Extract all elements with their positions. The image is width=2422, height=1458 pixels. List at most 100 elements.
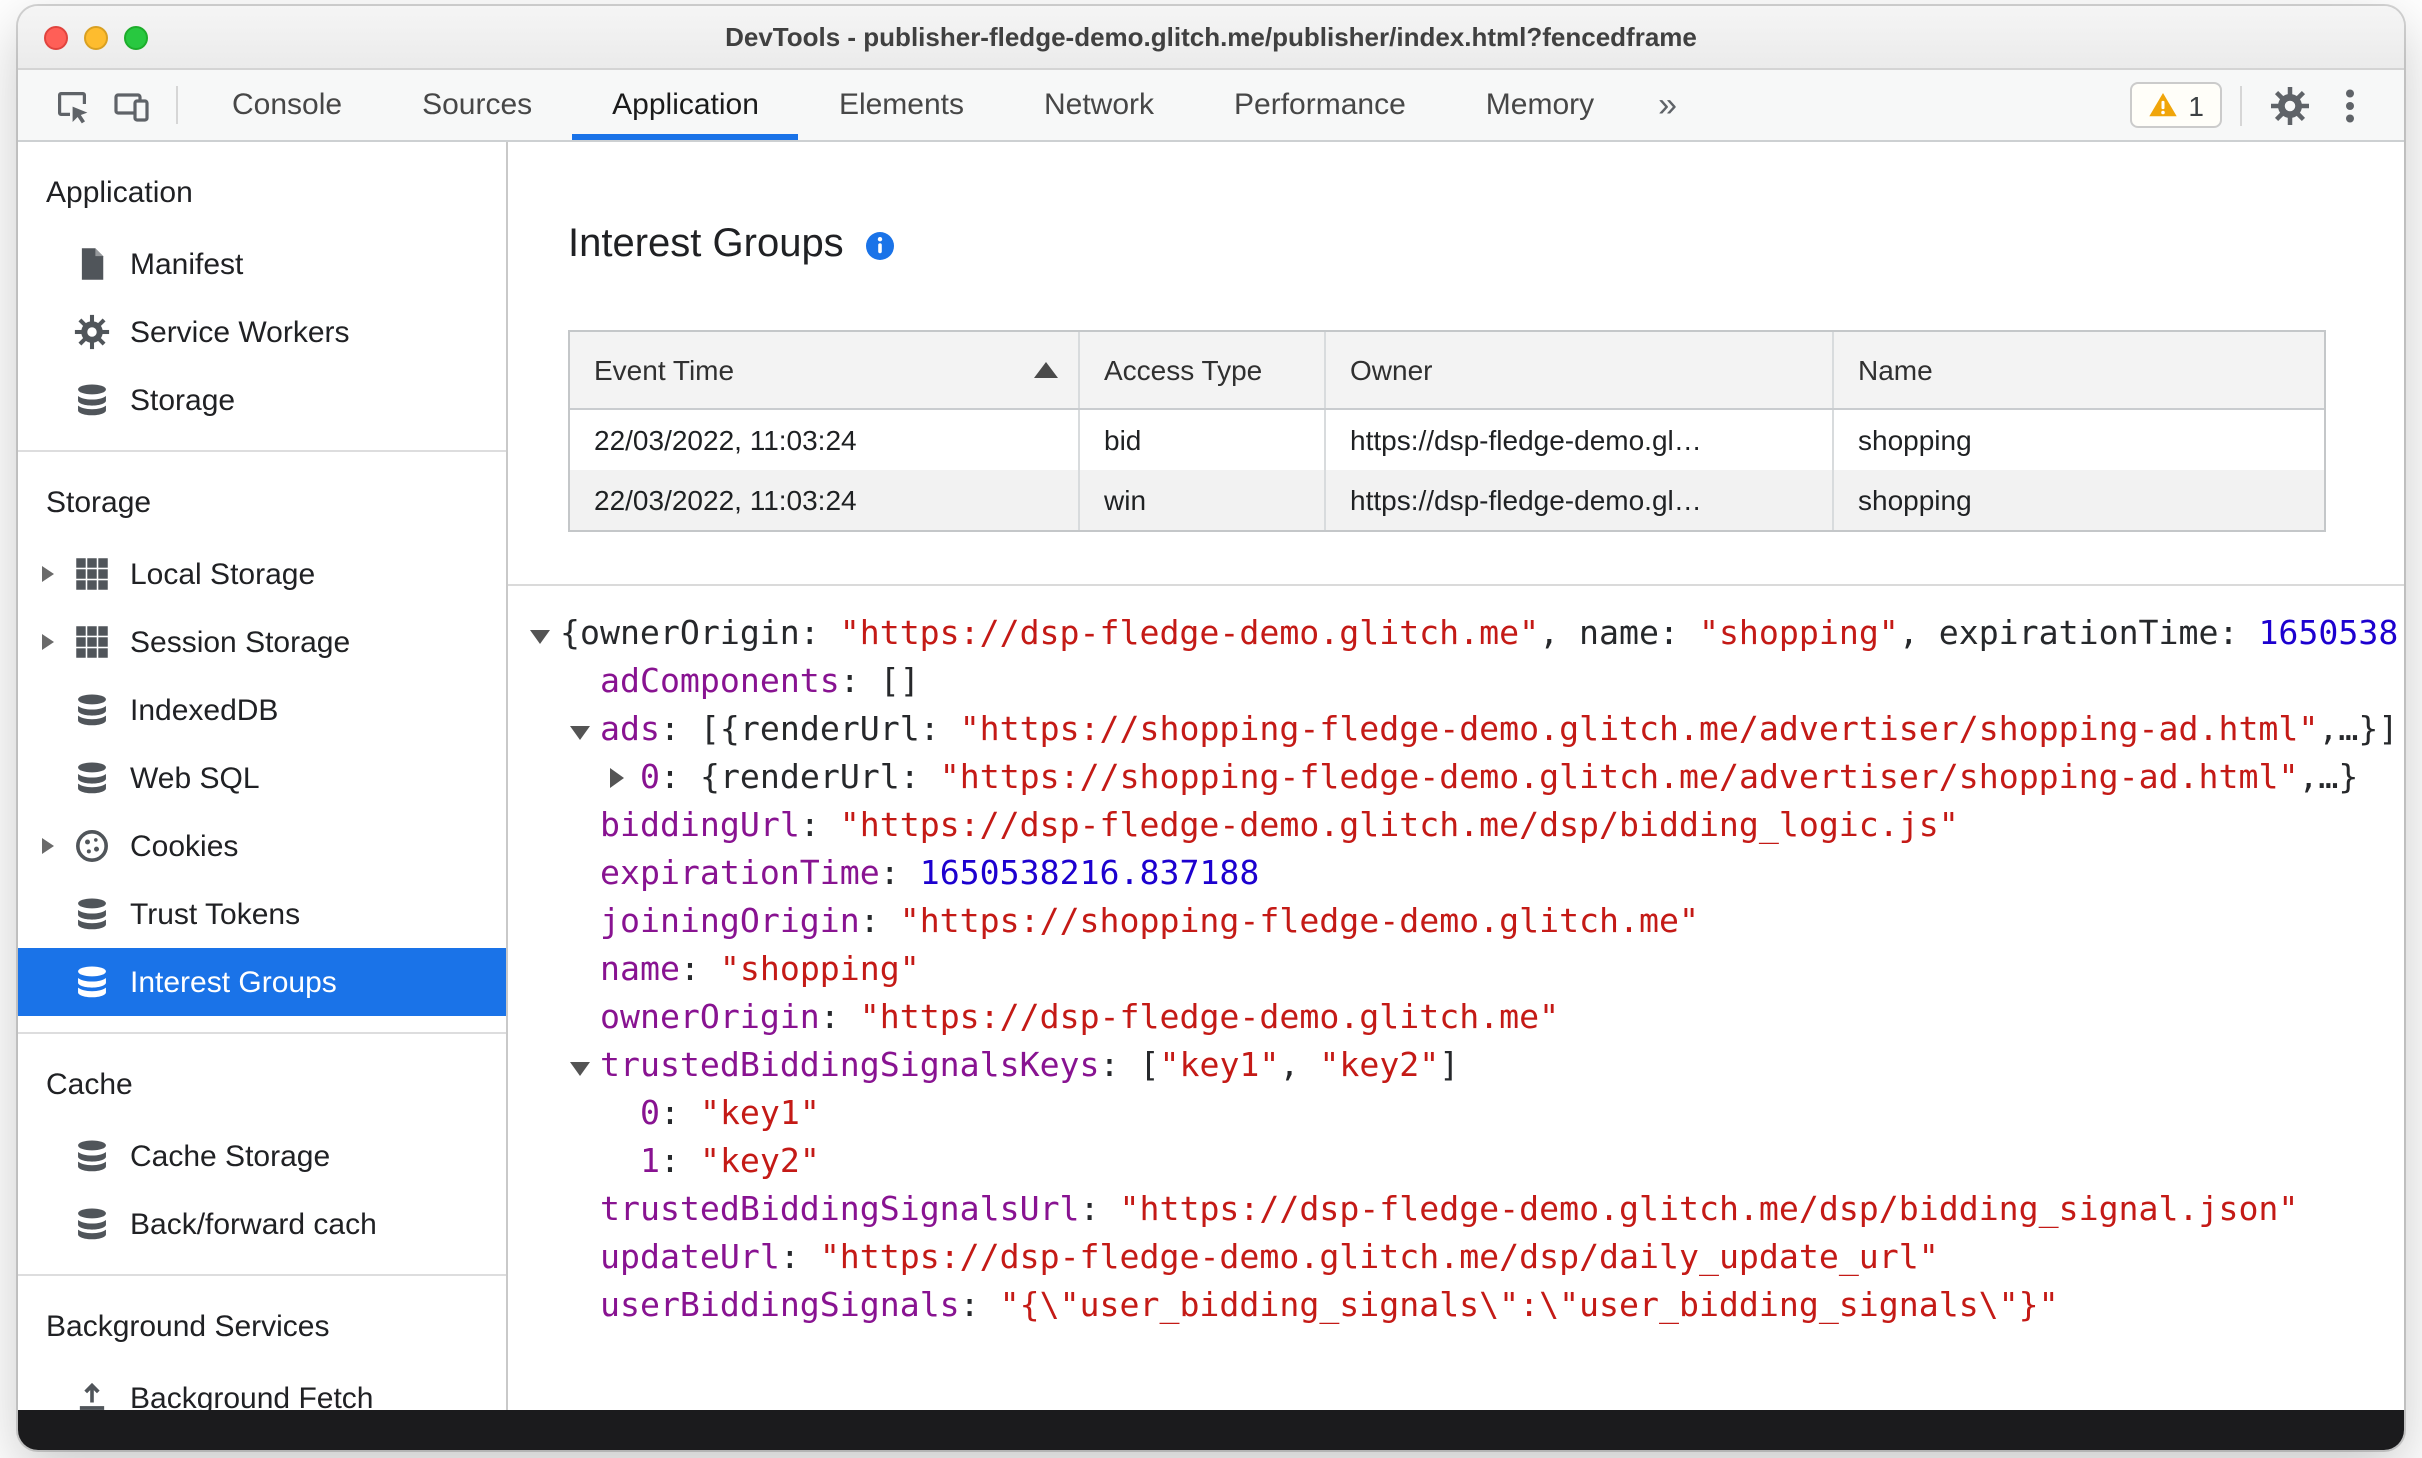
expand-arrow-icon[interactable] bbox=[42, 838, 74, 854]
tree-line[interactable]: ads: [{renderUrl: "https://shopping-fled… bbox=[508, 706, 2404, 754]
tree-line[interactable]: 0: "key1" bbox=[508, 1090, 2404, 1138]
sidebar-item-session-storage[interactable]: Session Storage bbox=[18, 608, 506, 676]
sidebar-section-background-services: Background Services Background Fetch bbox=[18, 1276, 506, 1410]
gear-icon bbox=[2270, 85, 2310, 125]
tree-segment: trustedBiddingSignalsKeys bbox=[600, 1046, 1100, 1084]
sidebar-item-cookies[interactable]: Cookies bbox=[18, 812, 506, 880]
tree-segment: "https://dsp-fledge-demo.glitch.me" bbox=[839, 614, 1540, 652]
tree-segment: "{\"user_bidding_signals\":\"user_biddin… bbox=[999, 1286, 2059, 1324]
devtools-toolbar: Console Sources Application Elements Network… bbox=[18, 70, 2404, 142]
info-icon[interactable] bbox=[864, 230, 896, 262]
sidebar-item-local-storage[interactable]: Local Storage bbox=[18, 540, 506, 608]
sidebar-item-label: Web SQL bbox=[130, 761, 260, 795]
zoom-button[interactable] bbox=[124, 25, 148, 49]
tree-line[interactable]: adComponents: [] bbox=[508, 658, 2404, 706]
inspect-element-button[interactable] bbox=[42, 70, 102, 140]
tree-segment: : bbox=[1079, 1190, 1120, 1228]
more-tabs-button[interactable]: » bbox=[1634, 70, 1701, 140]
tree-segment: : [ bbox=[1099, 1046, 1160, 1084]
tree-line[interactable]: biddingUrl: "https://dsp-fledge-demo.gli… bbox=[508, 802, 2404, 850]
tree-line[interactable]: userBiddingSignals: "{\"user_bidding_sig… bbox=[508, 1282, 2404, 1330]
sidebar-item-trust-tokens[interactable]: Trust Tokens bbox=[18, 880, 506, 948]
tree-segment: "https://shopping-fledge-demo.glitch.me" bbox=[899, 902, 1699, 940]
database-icon bbox=[74, 382, 110, 418]
collapse-arrow-icon[interactable] bbox=[570, 1042, 600, 1090]
expand-arrow-icon[interactable] bbox=[42, 566, 74, 582]
database-icon bbox=[74, 896, 110, 932]
tab-network[interactable]: Network bbox=[1004, 70, 1194, 140]
tree-segment: : bbox=[799, 806, 840, 844]
title-bar: DevTools - publisher-fledge-demo.glitch.… bbox=[18, 6, 2404, 70]
tree-segment: {ownerOrigin: bbox=[560, 614, 840, 652]
tab-performance[interactable]: Performance bbox=[1194, 70, 1446, 140]
tree-segment: "https://shopping-fledge-demo.glitch.me/… bbox=[959, 710, 2319, 748]
sidebar-item-web-sql[interactable]: Web SQL bbox=[18, 744, 506, 812]
tree-line[interactable]: 1: "key2" bbox=[508, 1138, 2404, 1186]
column-header-event-time[interactable]: Event Time bbox=[570, 332, 1080, 408]
sidebar-item-label: IndexedDB bbox=[130, 693, 279, 727]
database-icon bbox=[74, 1138, 110, 1174]
tab-memory[interactable]: Memory bbox=[1446, 70, 1634, 140]
sidebar-item-back-forward-cach[interactable]: Back/forward cach bbox=[18, 1190, 506, 1258]
fetch-icon bbox=[74, 1380, 110, 1410]
tab-sources[interactable]: Sources bbox=[382, 70, 572, 140]
tree-segment: : bbox=[879, 854, 920, 892]
sidebar-item-storage[interactable]: Storage bbox=[18, 366, 506, 434]
collapse-arrow-icon[interactable] bbox=[530, 610, 560, 658]
tree-line[interactable]: 0: {renderUrl: "https://shopping-fledge-… bbox=[508, 754, 2404, 802]
tree-line[interactable]: joiningOrigin: "https://shopping-fledge-… bbox=[508, 898, 2404, 946]
tree-line[interactable]: trustedBiddingSignalsKeys: ["key1", "key… bbox=[508, 1042, 2404, 1090]
expand-arrow-icon[interactable] bbox=[42, 634, 74, 650]
toolbar-separator bbox=[2240, 85, 2242, 125]
close-button[interactable] bbox=[44, 25, 68, 49]
console-warning-badge[interactable]: 1 bbox=[2130, 82, 2222, 128]
tree-line[interactable]: expirationTime: 1650538216.837188 bbox=[508, 850, 2404, 898]
column-header-access-type[interactable]: Access Type bbox=[1080, 332, 1326, 408]
tree-line[interactable]: trustedBiddingSignalsUrl: "https://dsp-f… bbox=[508, 1186, 2404, 1234]
sidebar-item-label: Service Workers bbox=[130, 315, 350, 349]
sidebar-item-cache-storage[interactable]: Cache Storage bbox=[18, 1122, 506, 1190]
tab-console[interactable]: Console bbox=[192, 70, 382, 140]
cookie-icon bbox=[74, 828, 110, 864]
tree-segment: : bbox=[819, 998, 860, 1036]
menu-button[interactable] bbox=[2320, 85, 2380, 125]
tree-line[interactable]: ownerOrigin: "https://dsp-fledge-demo.gl… bbox=[508, 994, 2404, 1042]
table-row[interactable]: 22/03/2022, 11:03:24 bid https://dsp-fledg… bbox=[570, 410, 2324, 470]
database-icon bbox=[74, 692, 110, 728]
table-row[interactable]: 22/03/2022, 11:03:24 win https://dsp-fledg… bbox=[570, 470, 2324, 530]
column-header-name[interactable]: Name bbox=[1834, 332, 2324, 408]
table-cell: shopping bbox=[1858, 424, 1972, 456]
json-tree: {ownerOrigin: "https://dsp-fledge-demo.g… bbox=[508, 586, 2404, 1330]
expand-arrow-icon[interactable] bbox=[610, 754, 640, 802]
devtools-body: Application Manifest Service Workers Storag… bbox=[18, 142, 2404, 1410]
sidebar-section-cache: Cache Cache Storage Back/forward cach bbox=[18, 1034, 506, 1276]
device-toolbar-button[interactable] bbox=[102, 70, 162, 140]
minimize-button[interactable] bbox=[84, 25, 108, 49]
warning-icon bbox=[2148, 90, 2178, 120]
collapse-arrow-icon[interactable] bbox=[570, 706, 600, 754]
tree-segment: 1650538216.837188 bbox=[919, 854, 1260, 892]
tree-line[interactable]: updateUrl: "https://dsp-fledge-demo.glit… bbox=[508, 1234, 2404, 1282]
table-cell: https://dsp-fledge-demo.gl… bbox=[1326, 470, 1834, 530]
tree-segment: "key2" bbox=[1319, 1046, 1440, 1084]
column-header-owner[interactable]: Owner bbox=[1326, 332, 1834, 408]
sidebar-item-indexeddb[interactable]: IndexedDB bbox=[18, 676, 506, 744]
sidebar-item-service-workers[interactable]: Service Workers bbox=[18, 298, 506, 366]
sidebar-heading-cache: Cache bbox=[46, 1067, 133, 1101]
sidebar-item-background-fetch[interactable]: Background Fetch bbox=[18, 1364, 506, 1410]
tree-segment: name bbox=[600, 950, 680, 988]
column-header-label: Owner bbox=[1350, 354, 1433, 386]
settings-button[interactable] bbox=[2260, 85, 2320, 125]
tree-segment: 0 bbox=[640, 1094, 660, 1132]
tree-line[interactable]: name: "shopping" bbox=[508, 946, 2404, 994]
sidebar-item-label: Background Fetch bbox=[130, 1381, 374, 1410]
kebab-menu-icon bbox=[2330, 85, 2370, 125]
tree-segment: expirationTime bbox=[600, 854, 880, 892]
sidebar-item-interest-groups[interactable]: Interest Groups bbox=[18, 948, 506, 1016]
tab-application[interactable]: Application bbox=[572, 70, 799, 140]
panel-tab-strip: Console Sources Application Elements Network… bbox=[192, 70, 1634, 140]
tab-elements[interactable]: Elements bbox=[799, 70, 1004, 140]
sidebar-item-manifest[interactable]: Manifest bbox=[18, 230, 506, 298]
tree-line[interactable]: {ownerOrigin: "https://dsp-fledge-demo.g… bbox=[508, 610, 2404, 658]
tree-segment: : bbox=[660, 1094, 700, 1132]
